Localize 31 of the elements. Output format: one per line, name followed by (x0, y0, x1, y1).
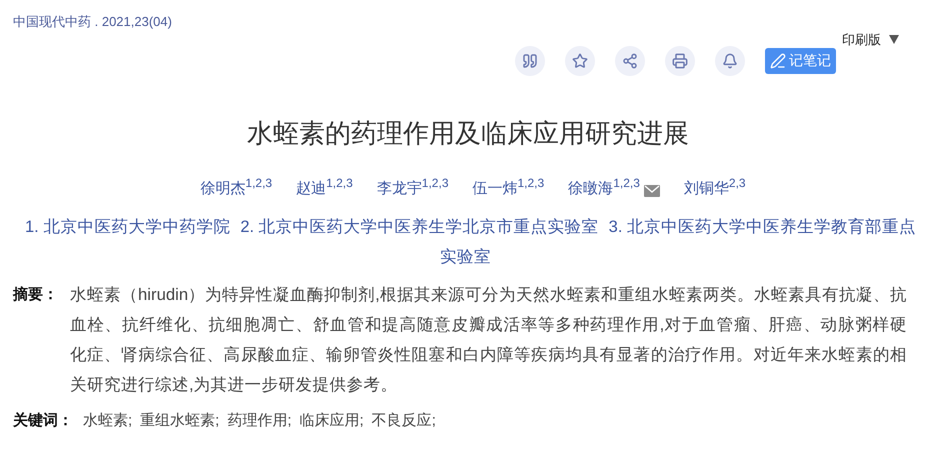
print-icon (672, 52, 688, 68)
share-button[interactable] (615, 46, 645, 76)
dropdown-arrow-icon (889, 34, 899, 44)
keywords-label: 关键词： (13, 411, 73, 431)
author-link[interactable]: 刘铜华$^{2,3}$ (684, 178, 746, 200)
keyword-link[interactable]: 水蛭素; (83, 410, 132, 432)
keyword-link[interactable]: 重组水蛭素; (140, 410, 220, 432)
star-icon (572, 52, 588, 68)
print-version-dropdown[interactable]: 印刷版 (842, 30, 899, 49)
abstract-text: 水蛭素（hirudin）为特异性凝血酶抑制剂,根据其来源可分为天然水蛭素和重组水蛭素两类。水蛭素具有抗凝、抗血栓、抗纤维化、抗细胞凋亡、舒血管和提高随意皮瓣成活率等多种药理作用,对于血管瘤、肝癌、动脉粥样硬化症、肾病综合征、高尿酸血症、输卵管炎性阻塞和白内障等疾病均具有显著的治疗作用。对近年来水蛭素的相关研究进行综述,为其进一步研发提供参考。 (70, 284, 908, 396)
print-button[interactable] (665, 46, 695, 76)
author-link[interactable]: 徐明杰$^{1,2,3}$ (200, 178, 272, 200)
keyword-link[interactable]: 药理作用; (227, 410, 292, 432)
quote-button[interactable] (515, 46, 545, 76)
star-button[interactable] (565, 46, 595, 76)
bell-icon (722, 52, 738, 68)
pen-icon (770, 52, 786, 68)
author-link[interactable]: 李龙宇$^{1,2,3}$ (376, 178, 448, 200)
journal-citation[interactable]: 中国现代中药 . 2021,23(04) (13, 14, 172, 29)
author-link[interactable]: 赵迪$^{1,2,3}$ (296, 178, 353, 200)
mail-icon[interactable] (644, 185, 660, 197)
affiliations-text[interactable]: 1. 北京中医药大学中药学院 2. 北京中医药大学中医养生学北京市重点实验室 3. 北京中医药大学中医养生学教育部重点实验室 (0, 212, 936, 272)
author-link[interactable]: 徐暾海$^{1,2,3}$ (568, 178, 660, 200)
share-icon (622, 52, 638, 68)
author-link[interactable]: 伍一炜$^{1,2,3}$ (472, 178, 544, 200)
article-title: 水蛭素的药理作用及临床应用研究进展 (246, 116, 690, 150)
keyword-link[interactable]: 临床应用; (300, 410, 364, 432)
bell-button[interactable] (715, 46, 745, 76)
abstract-label: 摘要： (13, 285, 59, 305)
quote-icon (522, 52, 538, 68)
keyword-link[interactable]: 不良反应; (372, 410, 436, 432)
